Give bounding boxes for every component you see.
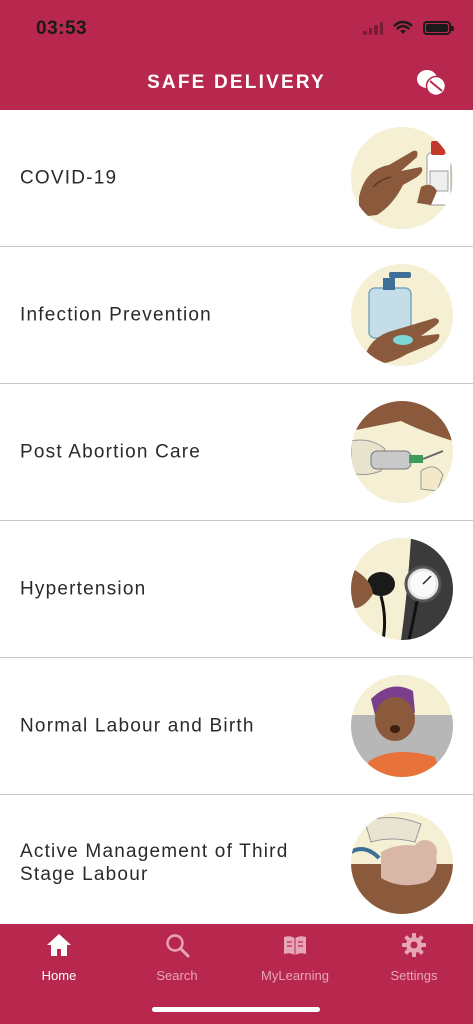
module-label: Active Management of Third Stage Labour (20, 841, 289, 885)
module-row-normal-labour-and-birth[interactable]: Normal Labour and Birth (0, 658, 473, 795)
status-icons (363, 20, 454, 35)
book-icon (284, 936, 306, 955)
tab-settings[interactable]: Settings (355, 932, 473, 992)
module-label: Hypertension (20, 578, 147, 600)
home-indicator[interactable] (152, 1007, 320, 1012)
woman-in-labour-illustration (351, 675, 453, 777)
module-row-infection-prevention[interactable]: Infection Prevention (0, 247, 473, 384)
module-label: Post Abortion Care (20, 441, 202, 463)
newborn-baby-illustration (351, 812, 453, 914)
soap-dispenser-illustration (351, 264, 453, 366)
module-row-active-management-of-third-stage-labour[interactable]: Active Management of Third Stage Labour (0, 795, 473, 924)
tab-label: Home (41, 968, 77, 983)
blood-pressure-cuff-illustration (351, 538, 453, 640)
tab-label: MyLearning (261, 968, 329, 983)
module-label: Normal Labour and Birth (20, 715, 255, 737)
module-label: COVID-19 (20, 167, 118, 189)
cellular-signal-icon (363, 21, 383, 35)
battery-icon (423, 20, 454, 35)
module-label: Infection Prevention (20, 304, 212, 326)
pills-icon[interactable] (415, 66, 449, 98)
tab-label: Settings (390, 968, 438, 983)
tab-home[interactable]: Home (0, 932, 118, 992)
wifi-icon (393, 20, 413, 34)
tab-label: Search (156, 968, 198, 983)
tab-search[interactable]: Search (118, 932, 236, 992)
search-icon (166, 934, 190, 958)
status-time: 03:53 (36, 18, 88, 39)
gear-icon (402, 933, 426, 957)
syringe-procedure-illustration (351, 401, 453, 503)
module-row-covid-19[interactable]: COVID-19 (0, 110, 473, 247)
home-icon (47, 934, 71, 956)
tab-mylearning[interactable]: MyLearning (236, 932, 354, 992)
page-title: SAFE DELIVERY (147, 72, 326, 93)
module-row-hypertension[interactable]: Hypertension (0, 521, 473, 658)
app-header: 03:53 SAFE DELIVERY (0, 0, 473, 110)
module-list: COVID-19 Infection Prevention Post Abort… (0, 110, 473, 924)
hands-sanitizer-illustration (351, 127, 453, 229)
module-row-post-abortion-care[interactable]: Post Abortion Care (0, 384, 473, 521)
